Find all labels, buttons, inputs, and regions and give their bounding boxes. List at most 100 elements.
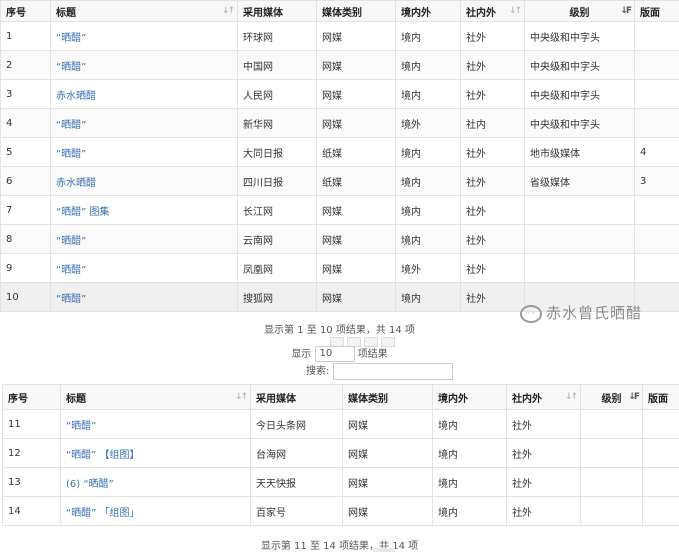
- cell-domestic: 境内: [395, 137, 461, 167]
- cell-type: 网媒: [316, 282, 396, 312]
- cell-title: “晒醋”: [50, 282, 238, 312]
- column-header-insider[interactable]: 社内外 ↓↑: [460, 0, 525, 22]
- cell-domestic: 境内: [395, 195, 461, 225]
- sort-desc-icon: ↓F: [620, 6, 632, 16]
- title-link[interactable]: “晒醋” 【组图】: [66, 450, 140, 461]
- column-header-insider[interactable]: 社内外 ↓↑: [506, 384, 581, 410]
- cell-level: 中央级和中字头: [524, 108, 635, 138]
- title-link[interactable]: “晒醋”: [56, 265, 86, 276]
- cell-no: 6: [0, 166, 51, 196]
- cell-type: 网媒: [316, 253, 396, 283]
- title-link[interactable]: “晒醋”: [56, 236, 86, 247]
- title-link[interactable]: 赤水晒醋: [56, 91, 96, 102]
- cell-type: 网媒: [342, 467, 433, 497]
- cell-media: 云南网: [237, 224, 317, 254]
- cell-insider: 社外: [506, 496, 581, 526]
- table-row: 6 赤水晒醋 四川日报 纸媒 境内 社外 省级媒体 3: [0, 166, 679, 196]
- title-link[interactable]: (6) “晒醋”: [66, 479, 114, 490]
- table-row: 1 “晒醋” 环球网 网媒 境内 社外 中央级和中字头: [0, 21, 679, 51]
- table-header-row: 序号 标题 ↓↑ 采用媒体 媒体类别 境内外 社内外 ↓↑ 级别 ↓F 版面: [2, 384, 679, 410]
- cell-level: [524, 224, 635, 254]
- column-header-domestic[interactable]: 境内外: [395, 0, 461, 22]
- cell-type: 网媒: [316, 50, 396, 80]
- table-row: 12 “晒醋” 【组图】 台海网 网媒 境内 社外: [2, 438, 679, 468]
- cell-media: 人民网: [237, 79, 317, 109]
- table-row: 14 “晒醋” 「组图」 百家号 网媒 境内 社外: [2, 496, 679, 526]
- title-link[interactable]: “晒醋”: [56, 120, 86, 131]
- sort-icon: ↓↑: [564, 392, 578, 402]
- cell-type: 网媒: [342, 409, 433, 439]
- cell-no: 13: [2, 467, 61, 497]
- sort-desc-icon: ↓F: [628, 392, 640, 402]
- cell-media: 今日头条网: [250, 409, 343, 439]
- title-link[interactable]: 赤水晒醋: [56, 178, 96, 189]
- column-header-level[interactable]: 级别 ↓F: [580, 384, 643, 410]
- column-header-domestic[interactable]: 境内外: [432, 384, 507, 410]
- column-header-no[interactable]: 序号: [0, 0, 51, 22]
- column-header-type[interactable]: 媒体类别: [316, 0, 396, 22]
- title-link[interactable]: “晒醋” 图集: [56, 207, 110, 218]
- results-table-page-2: 序号 标题 ↓↑ 采用媒体 媒体类别 境内外 社内外 ↓↑ 级别 ↓F 版面 11 “晒…: [2, 384, 679, 526]
- column-header-level[interactable]: 级别 ↓F: [524, 0, 635, 22]
- cell-media: 台海网: [250, 438, 343, 468]
- cell-title: 赤水晒醋: [50, 79, 238, 109]
- cell-type: 网媒: [316, 108, 396, 138]
- column-header-title[interactable]: 标题 ↓↑: [60, 384, 251, 410]
- title-link[interactable]: “晒醋”: [56, 149, 86, 160]
- column-header-title[interactable]: 标题 ↓↑: [50, 0, 238, 22]
- cell-domestic: 境内: [432, 409, 507, 439]
- search-input[interactable]: [332, 362, 453, 380]
- pagination[interactable]: [373, 548, 395, 552]
- table-header-row: 序号 标题 ↓↑ 采用媒体 媒体类别 境内外 社内外 ↓↑ 级别 ↓F 版面: [0, 0, 679, 22]
- page-length-control: 显示 10 项结果: [291, 346, 388, 362]
- cell-media: 环球网: [237, 21, 317, 51]
- column-header-media[interactable]: 采用媒体: [237, 0, 317, 22]
- cell-type: 网媒: [316, 21, 396, 51]
- cell-title: “晒醋”: [50, 137, 238, 167]
- title-link[interactable]: “晒醋” 「组图」: [66, 508, 140, 519]
- cell-type: 纸媒: [316, 137, 396, 167]
- cell-insider: 社外: [460, 282, 525, 312]
- table-info-page-2: 显示第 11 至 14 项结果，共 14 项: [260, 541, 419, 552]
- cell-title: (6) “晒醋”: [60, 467, 251, 497]
- column-header-page[interactable]: 版面: [634, 0, 679, 22]
- cell-no: 10: [0, 282, 51, 312]
- cell-insider: 社内: [460, 108, 525, 138]
- cell-insider: 社外: [460, 224, 525, 254]
- column-header-media[interactable]: 采用媒体: [250, 384, 343, 410]
- cell-type: 网媒: [316, 195, 396, 225]
- cell-insider: 社外: [506, 467, 581, 497]
- column-header-type[interactable]: 媒体类别: [342, 384, 433, 410]
- cell-insider: 社外: [460, 166, 525, 196]
- cell-page: [642, 496, 679, 526]
- cell-title: “晒醋” 【组图】: [60, 438, 251, 468]
- cell-page: 3: [634, 166, 679, 196]
- cell-insider: 社外: [460, 137, 525, 167]
- title-link[interactable]: “晒醋”: [56, 33, 86, 44]
- cell-no: 7: [0, 195, 51, 225]
- cell-type: 网媒: [316, 79, 396, 109]
- page-length-select[interactable]: 10: [314, 346, 355, 362]
- cell-page: [634, 253, 679, 283]
- table-row: 9 “晒醋” 凤凰网 网媒 境外 社外: [0, 253, 679, 283]
- cell-media: 天天快报: [250, 467, 343, 497]
- title-link[interactable]: “晒醋”: [66, 421, 96, 432]
- cell-insider: 社外: [460, 50, 525, 80]
- cell-insider: 社外: [460, 21, 525, 51]
- cell-type: 网媒: [342, 496, 433, 526]
- title-link[interactable]: “晒醋”: [56, 294, 86, 305]
- cell-insider: 社外: [506, 409, 581, 439]
- column-header-page[interactable]: 版面: [642, 384, 679, 410]
- cell-title: “晒醋”: [50, 253, 238, 283]
- cell-level: 中央级和中字头: [524, 21, 635, 51]
- cell-insider: 社外: [460, 79, 525, 109]
- column-header-no[interactable]: 序号: [2, 384, 61, 410]
- title-link[interactable]: “晒醋”: [56, 62, 86, 73]
- sort-icon: ↓↑: [508, 6, 522, 16]
- cell-no: 2: [0, 50, 51, 80]
- results-table-page-1: 序号 标题 ↓↑ 采用媒体 媒体类别 境内外 社内外 ↓↑ 级别 ↓F 版面 1 “晒醋…: [0, 0, 679, 312]
- cell-media: 四川日报: [237, 166, 317, 196]
- cell-level: [524, 195, 635, 225]
- cell-title: 赤水晒醋: [50, 166, 238, 196]
- cell-level: [580, 438, 643, 468]
